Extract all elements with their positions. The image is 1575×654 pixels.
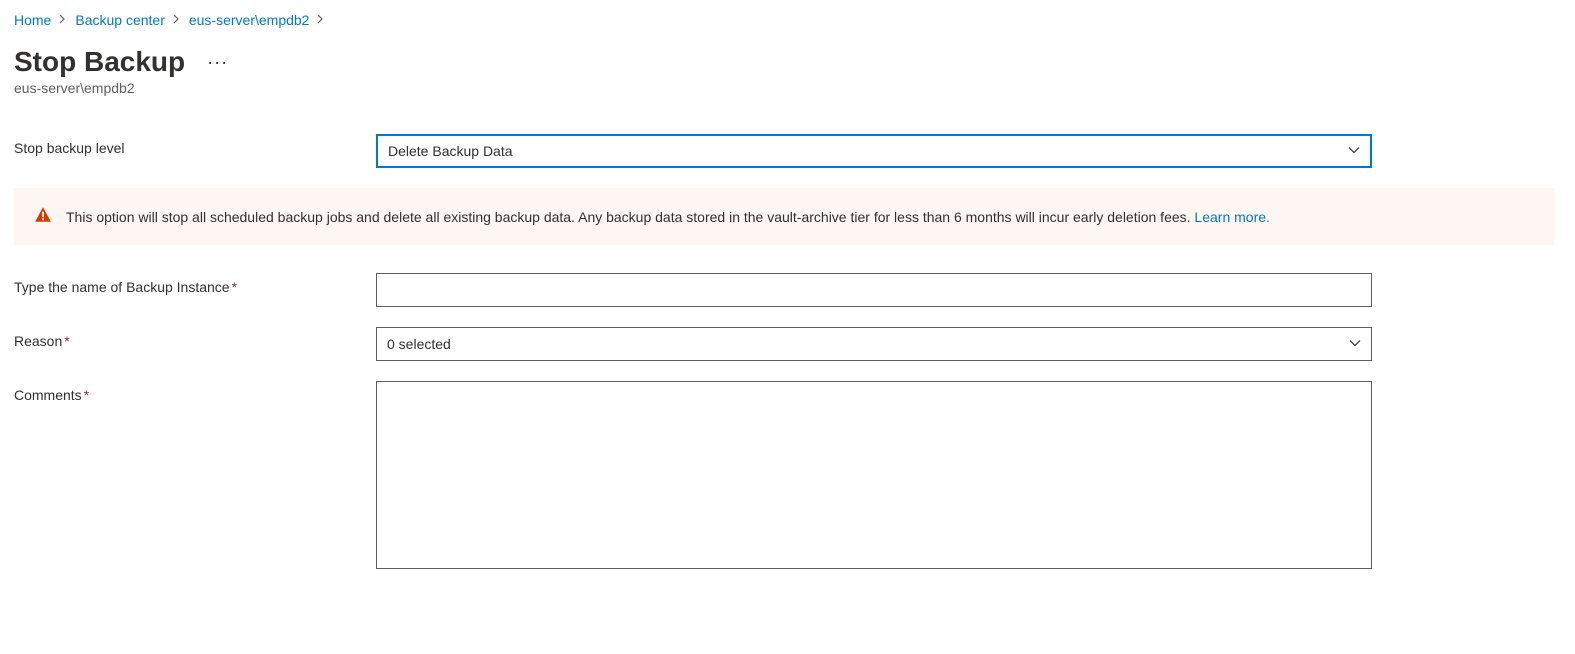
breadcrumb: Home Backup center eus-server\empdb2 — [14, 12, 1561, 28]
breadcrumb-backup-center[interactable]: Backup center — [75, 12, 165, 28]
chevron-down-icon — [1349, 336, 1361, 352]
page-title: Stop Backup — [14, 46, 185, 78]
stop-backup-level-select[interactable]: Delete Backup Data — [376, 134, 1372, 168]
comments-label: Comments* — [14, 381, 376, 403]
learn-more-link[interactable]: Learn more. — [1194, 209, 1269, 225]
warning-icon — [34, 206, 52, 227]
chevron-right-icon — [173, 13, 181, 27]
instance-name-label: Type the name of Backup Instance* — [14, 273, 376, 295]
required-indicator: * — [64, 333, 69, 349]
required-indicator: * — [84, 387, 89, 403]
required-indicator: * — [232, 279, 237, 295]
stop-backup-level-label: Stop backup level — [14, 134, 376, 156]
page-subtitle: eus-server\empdb2 — [14, 80, 1561, 96]
reason-select[interactable]: 0 selected — [376, 327, 1372, 361]
more-actions-button[interactable]: ··· — [201, 52, 234, 73]
reason-label: Reason* — [14, 327, 376, 349]
chevron-right-icon — [317, 13, 325, 27]
stop-backup-level-value: Delete Backup Data — [388, 143, 1348, 159]
warning-banner: This option will stop all scheduled back… — [14, 188, 1554, 245]
chevron-right-icon — [59, 13, 67, 27]
chevron-down-icon — [1348, 143, 1360, 159]
comments-textarea[interactable] — [376, 381, 1372, 569]
warning-message: This option will stop all scheduled back… — [66, 209, 1194, 225]
reason-value: 0 selected — [387, 336, 1349, 352]
breadcrumb-home[interactable]: Home — [14, 12, 51, 28]
breadcrumb-resource[interactable]: eus-server\empdb2 — [189, 12, 310, 28]
instance-name-input[interactable] — [376, 273, 1372, 307]
